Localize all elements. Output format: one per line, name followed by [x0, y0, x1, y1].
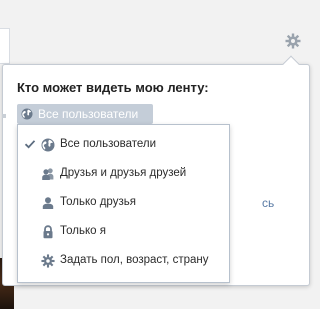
friends-of-friends-icon — [42, 168, 54, 180]
partial-link-text[interactable]: сь — [262, 196, 274, 210]
dropdown-item-friends-of-friends[interactable]: Друзья и друзья друзей — [18, 160, 229, 189]
settings-gear-icon[interactable] — [285, 33, 301, 49]
audience-select-button[interactable]: Все пользователи — [17, 104, 153, 124]
checkmark-icon — [24, 140, 36, 149]
dropdown-item-all-users[interactable]: Все пользователи — [18, 131, 229, 160]
gear-icon — [41, 254, 55, 268]
lock-icon — [43, 225, 53, 239]
divider-mark — [2, 114, 6, 118]
popup-title: Кто может видеть мою ленту: — [17, 80, 209, 95]
globe-icon — [21, 108, 33, 120]
person-icon — [42, 197, 54, 209]
dropdown-item-friends-only[interactable]: Только друзья — [18, 189, 229, 218]
audience-select-label: Все пользователи — [38, 107, 139, 121]
globe-icon — [41, 138, 55, 152]
dropdown-item-label: Только я — [60, 225, 106, 237]
dropdown-item-label: Только друзья — [60, 196, 136, 208]
audience-dropdown: Все пользователи Друзья и друзья друзей … — [17, 124, 230, 283]
feed-card — [0, 28, 10, 64]
dropdown-item-label: Задать пол, возраст, страну — [60, 254, 209, 266]
dropdown-item-custom-audience[interactable]: Задать пол, возраст, страну — [18, 247, 229, 276]
dropdown-item-only-me[interactable]: Только я — [18, 218, 229, 247]
dropdown-item-label: Все пользователи — [60, 138, 157, 150]
dropdown-item-label: Друзья и друзья друзей — [60, 167, 187, 179]
